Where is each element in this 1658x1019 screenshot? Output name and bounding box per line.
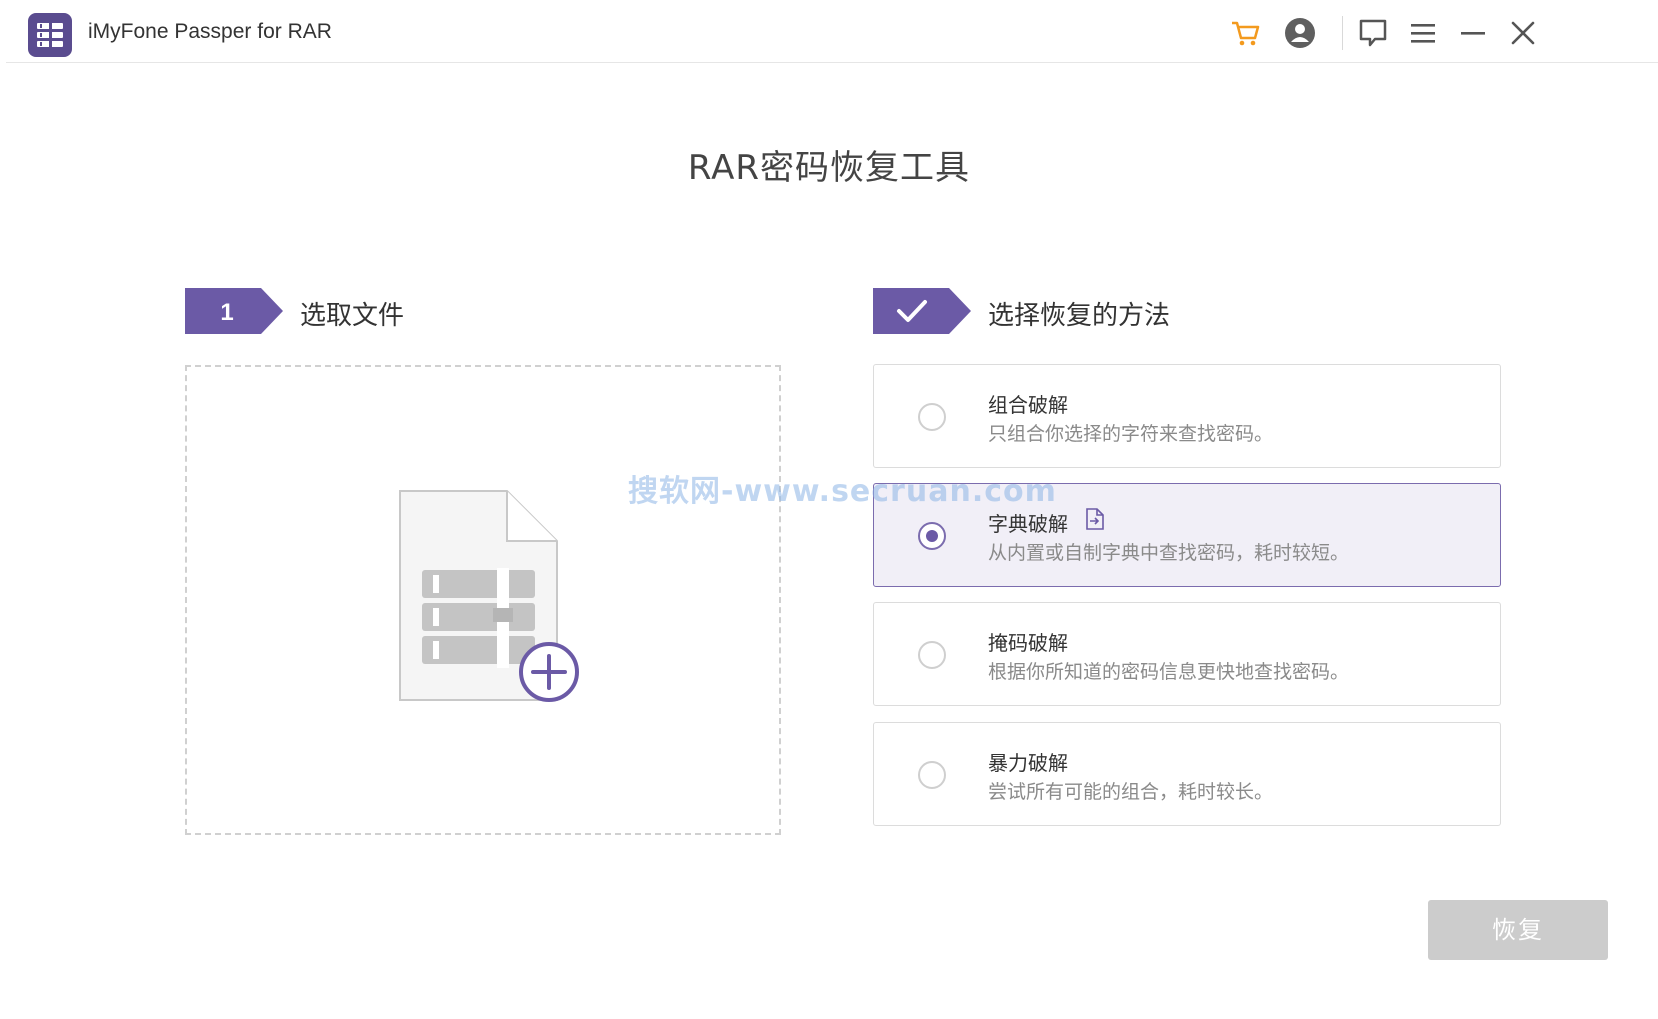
step-2-badge [873, 288, 973, 334]
account-icon[interactable] [1283, 16, 1317, 50]
watermark: 搜软网-www.secruan.com [628, 474, 1057, 509]
title-bar: iMyFone Passper for RAR [6, 0, 1658, 63]
toolbar-separator [1342, 16, 1343, 50]
option-description: 只组合你选择的字符来查找密码。 [988, 423, 1274, 445]
cart-icon[interactable] [1228, 16, 1262, 50]
radio-button[interactable] [918, 403, 946, 431]
minimize-icon[interactable] [1456, 16, 1490, 50]
app-title: iMyFone Passper for RAR [88, 20, 332, 43]
option-description: 尝试所有可能的组合，耗时较长。 [988, 781, 1274, 803]
radio-dot [926, 530, 938, 542]
option-title: 字典破解 [988, 512, 1068, 536]
option-description: 根据你所知道的密码信息更快地查找密码。 [988, 661, 1350, 683]
option-combination-attack[interactable]: 组合破解 只组合你选择的字符来查找密码。 [873, 364, 1501, 468]
option-title: 掩码破解 [988, 631, 1068, 655]
step-1-number: 1 [220, 299, 233, 326]
option-mask-attack[interactable]: 掩码破解 根据你所知道的密码信息更快地查找密码。 [873, 602, 1501, 706]
option-description: 从内置或自制字典中查找密码，耗时较短。 [988, 542, 1350, 564]
file-drop-zone[interactable] [185, 365, 781, 835]
step-2-label: 选择恢复的方法 [988, 301, 1171, 331]
radio-button[interactable] [918, 761, 946, 789]
radio-button[interactable] [918, 641, 946, 669]
recover-button[interactable]: 恢复 [1428, 900, 1608, 960]
import-dictionary-icon[interactable] [1085, 508, 1105, 530]
page-title: RAR密码恢复工具 [687, 148, 971, 188]
option-title: 组合破解 [988, 393, 1068, 417]
step-1-label: 选取文件 [300, 301, 405, 331]
close-icon[interactable] [1506, 16, 1540, 50]
option-title: 暴力破解 [988, 751, 1068, 775]
step-1-badge: 1 [185, 288, 285, 334]
app-logo-icon [28, 13, 72, 57]
add-rar-file-icon[interactable] [399, 490, 579, 702]
feedback-icon[interactable] [1356, 16, 1390, 50]
option-brute-force-attack[interactable]: 暴力破解 尝试所有可能的组合，耗时较长。 [873, 722, 1501, 826]
menu-icon[interactable] [1406, 16, 1440, 50]
radio-button-selected[interactable] [918, 522, 946, 550]
